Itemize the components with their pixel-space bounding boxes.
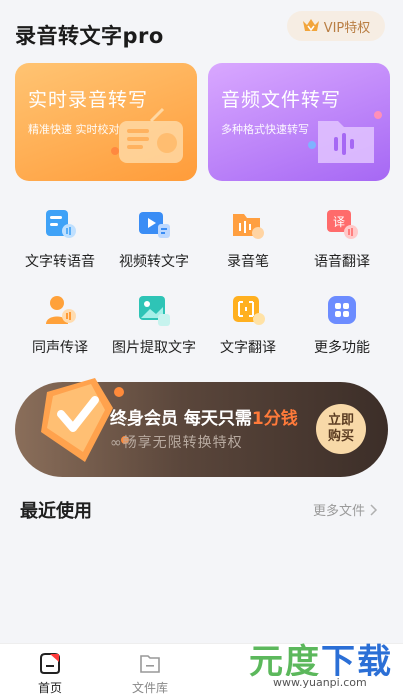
tool-more-features[interactable]: 更多功能 (292, 284, 392, 360)
app-title: 录音转文字pro (15, 24, 164, 48)
tool-label: 更多功能 (314, 340, 370, 356)
tool-video-to-text[interactable]: 视频转文字 (104, 198, 204, 274)
tab-label: 文件库 (131, 681, 168, 695)
text-to-speech-icon (46, 210, 76, 238)
tool-label: 语音翻译 (314, 254, 370, 270)
home-icon (40, 653, 60, 674)
tool-label: 文字翻译 (220, 340, 276, 356)
tool-voice-translate[interactable]: 译 语音翻译 (292, 198, 392, 274)
tab-file-library[interactable]: 文件库 (100, 644, 200, 697)
voice-translate-icon: 译 (327, 210, 358, 239)
buy-now-line1: 立即 (327, 413, 354, 428)
tool-recorder[interactable]: 录音笔 (198, 198, 298, 274)
card-subtitle: 精准快速 实时校对 (28, 123, 120, 136)
tool-label: 文字转语音 (25, 254, 95, 270)
more-features-icon (328, 296, 356, 324)
file-library-icon (140, 655, 160, 673)
audio-folder-illustration-icon (308, 111, 382, 163)
tool-label: 视频转文字 (119, 254, 189, 270)
tab-home[interactable]: 首页 (0, 644, 100, 697)
recent-section-title: 最近使用 (20, 501, 92, 522)
video-to-text-icon (139, 212, 170, 238)
recorder-folder-icon (233, 214, 264, 239)
vip-button[interactable]: VIP特权 (287, 11, 385, 41)
image-ocr-icon (139, 296, 170, 326)
more-files-link[interactable]: 更多文件 (313, 500, 378, 519)
banner-highlight-price: 1分钱 (251, 409, 298, 429)
card-subtitle: 多种格式快速转写 (221, 123, 309, 136)
tool-label: 同声传译 (32, 340, 88, 356)
tool-image-ocr[interactable]: 图片提取文字 (104, 284, 204, 360)
banner-headline: 终身会员 每天只需1分钱 (110, 404, 298, 429)
chevron-right-icon (370, 503, 378, 516)
banner-subtitle: ∞畅享无限转换特权 (110, 435, 243, 451)
text-translate-icon (233, 296, 265, 325)
lifetime-membership-banner[interactable]: 终身会员 每天只需1分钱 ∞畅享无限转换特权 立即 购买 (15, 378, 388, 477)
more-files-label: 更多文件 (312, 504, 365, 519)
tab-label: 首页 (37, 681, 62, 695)
header: 录音转文字pro VIP特权 (0, 0, 403, 60)
radio-illustration-icon (111, 107, 183, 163)
tool-label: 图片提取文字 (112, 340, 196, 356)
vip-label: VIP特权 (323, 20, 371, 36)
buy-now-button[interactable]: 立即 购买 (316, 404, 366, 454)
vip-crown-icon (302, 19, 319, 32)
watermark-url: www.yuanpi.com (269, 676, 371, 689)
tool-text-translate[interactable]: 文字翻译 (198, 284, 298, 360)
tool-label: 录音笔 (227, 254, 269, 270)
simultaneous-interpret-icon (46, 296, 76, 324)
realtime-transcribe-card[interactable]: 实时录音转写 精准快速 实时校对 (15, 63, 197, 181)
site-watermark: 元度下载 www.yuanpi.com (241, 630, 403, 697)
svg-text:译: 译 (333, 215, 345, 229)
audio-file-transcribe-card[interactable]: 音频文件转写 多种格式快速转写 (208, 63, 390, 181)
buy-now-line2: 购买 (327, 429, 354, 444)
tool-text-to-speech[interactable]: 文字转语音 (10, 198, 110, 274)
tool-simultaneous-interpret[interactable]: 同声传译 (10, 284, 110, 360)
banner-headline-prefix: 终身会员 每天只需 (110, 409, 252, 429)
